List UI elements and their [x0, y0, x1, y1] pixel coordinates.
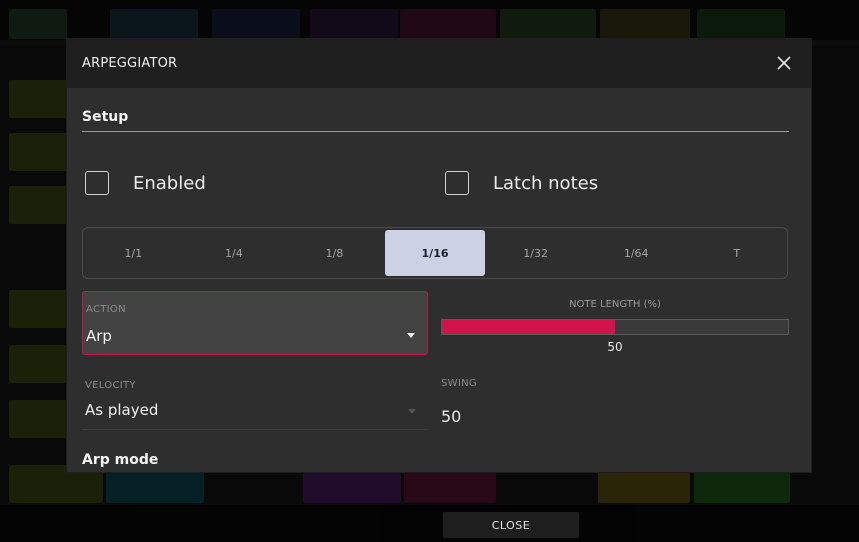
setup-section-divider: [82, 131, 789, 132]
action-label: ACTION: [86, 304, 126, 315]
division-selector: 1/1 1/4 1/8 1/16 1/32 1/64 T: [82, 227, 788, 279]
enabled-checkbox-row[interactable]: Enabled: [85, 170, 206, 196]
enabled-checkbox[interactable]: [85, 171, 109, 195]
latch-notes-checkbox[interactable]: [445, 171, 469, 195]
velocity-dropdown[interactable]: As played: [82, 397, 428, 430]
swing-label: SWING: [441, 378, 477, 389]
action-dropdown[interactable]: ACTION Arp: [82, 291, 428, 355]
dialog-title: ARPEGGIATOR: [82, 56, 178, 71]
division-triplet-button[interactable]: T: [686, 228, 787, 278]
close-icon-glyph: [777, 56, 791, 70]
note-length-label: NOTE LENGTH (%): [569, 299, 661, 310]
chevron-down-icon: [407, 333, 415, 338]
note-length-slider[interactable]: [441, 319, 789, 335]
division-1-16-button[interactable]: 1/16: [384, 230, 486, 276]
note-length-value: 50: [607, 340, 623, 354]
enabled-label: Enabled: [133, 172, 206, 194]
division-1-64-button[interactable]: 1/64: [586, 228, 687, 278]
setup-section-title: Setup: [82, 109, 129, 125]
action-value: Arp: [86, 327, 112, 345]
note-length-fill: [442, 320, 615, 334]
velocity-label: VELOCITY: [85, 380, 136, 391]
division-1-8-button[interactable]: 1/8: [284, 228, 385, 278]
division-1-4-button[interactable]: 1/4: [184, 228, 285, 278]
latch-notes-label: Latch notes: [493, 172, 599, 194]
division-1-32-button[interactable]: 1/32: [485, 228, 586, 278]
arp-mode-section-title: Arp mode: [82, 452, 159, 468]
dialog-header: ARPEGGIATOR: [67, 39, 811, 88]
close-icon[interactable]: [773, 52, 795, 74]
velocity-value: As played: [85, 401, 159, 419]
swing-value[interactable]: 50: [441, 407, 461, 426]
close-button[interactable]: CLOSE: [443, 512, 579, 538]
chevron-down-icon: [408, 409, 416, 414]
latch-notes-checkbox-row[interactable]: Latch notes: [445, 170, 598, 196]
arpeggiator-dialog: ARPEGGIATOR Setup Enabled Latch notes 1/…: [67, 39, 811, 472]
division-1-1-button[interactable]: 1/1: [83, 228, 184, 278]
